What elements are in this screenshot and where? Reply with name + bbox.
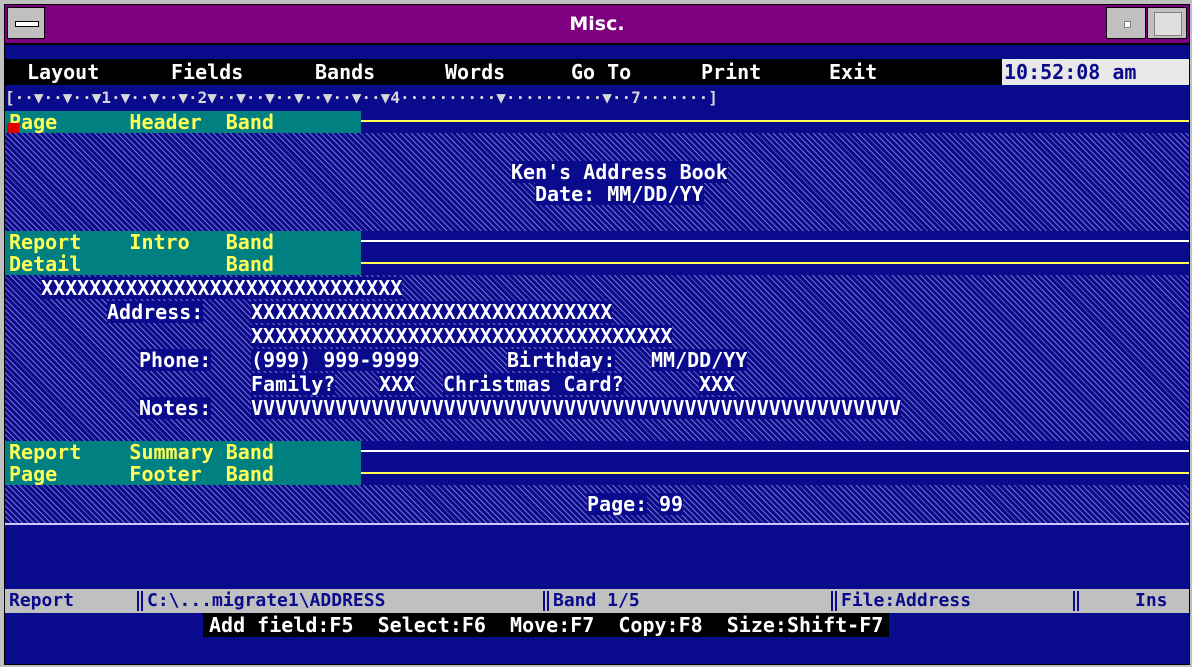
status-separator: [137, 591, 143, 611]
page-number-label[interactable]: Page:: [587, 493, 648, 515]
report-title[interactable]: Ken's Address Book: [511, 161, 728, 183]
window-title: Misc.: [569, 13, 625, 35]
name-field[interactable]: XXXXXXXXXXXXXXXXXXXXXXXXXXXXXX: [41, 277, 403, 299]
address-label[interactable]: Address:: [107, 301, 204, 323]
page-header-area[interactable]: Ken's Address Book Date: MM/DD/YY: [5, 133, 1189, 231]
band-divider: [361, 120, 1189, 122]
family-label[interactable]: Family?: [251, 373, 336, 395]
detail-area[interactable]: XXXXXXXXXXXXXXXXXXXXXXXXXXXXXX Address: …: [5, 275, 1189, 441]
minimize-icon: [1124, 21, 1131, 28]
title-bar: Misc.: [5, 5, 1189, 45]
christmas-card-label[interactable]: Christmas Card?: [443, 373, 624, 395]
key-hint-bar: Add field:F5 Select:F6 Move:F7 Copy:F8 S…: [203, 613, 890, 637]
status-band: Band 1/5: [553, 590, 640, 611]
christmas-card-field[interactable]: XXX: [699, 373, 736, 395]
menu-fields[interactable]: Fields: [171, 59, 243, 85]
notes-field[interactable]: VVVVVVVVVVVVVVVVVVVVVVVVVVVVVVVVVVVVVVVV…: [251, 397, 902, 419]
menu-words[interactable]: Words: [445, 59, 505, 85]
page-number-field[interactable]: 99: [659, 493, 684, 515]
phone-label[interactable]: Phone:: [139, 349, 212, 371]
clock: 10:52:08 am: [1002, 59, 1189, 85]
status-separator: [831, 591, 837, 611]
band-divider: [361, 262, 1189, 264]
minimize-button[interactable]: [1106, 7, 1146, 39]
band-page-header[interactable]: Page Header Band: [5, 111, 1189, 133]
family-field[interactable]: XXX: [379, 373, 416, 395]
band-label-page-header[interactable]: Page Header Band: [5, 111, 361, 133]
text-cursor: [7, 123, 19, 133]
menu-print[interactable]: Print: [701, 59, 761, 85]
band-label-report-intro[interactable]: Report Intro Band: [5, 231, 361, 253]
band-label-page-footer[interactable]: Page Footer Band: [5, 463, 361, 485]
page-end-divider: [5, 523, 1189, 525]
status-bar: Report C:\...migrate1\ADDRESS Band 1/5 F…: [5, 589, 1189, 613]
phone-field[interactable]: (999) 999-9999: [251, 349, 420, 371]
status-insert-mode: Ins: [1135, 590, 1168, 611]
address1-field[interactable]: XXXXXXXXXXXXXXXXXXXXXXXXXXXXXX: [251, 301, 613, 323]
band-report-summary[interactable]: Report Summary Band: [5, 441, 1189, 463]
birthday-label[interactable]: Birthday:: [507, 349, 616, 371]
menu-bar: Layout Fields Bands Words Go To Print Ex…: [5, 59, 1189, 85]
maximize-button[interactable]: [1147, 7, 1187, 39]
menu-go-to[interactable]: Go To: [571, 59, 631, 85]
menu-bands[interactable]: Bands: [315, 59, 375, 85]
menu-exit[interactable]: Exit: [829, 59, 877, 85]
band-divider: [361, 240, 1189, 242]
ruler[interactable]: [··▼··▼··▼1·▼··▼··▼·2▼··▼··▼··▼··▼··▼··▼…: [5, 87, 1189, 109]
address2-field[interactable]: XXXXXXXXXXXXXXXXXXXXXXXXXXXXXXXXXXX: [251, 325, 673, 347]
menu-layout[interactable]: Layout: [27, 59, 99, 85]
status-separator: [1073, 591, 1079, 611]
band-label-detail[interactable]: Detail Band: [5, 253, 361, 275]
band-detail[interactable]: Detail Band: [5, 253, 1189, 275]
app-window: Misc. Layout Fields Bands Words Go To Pr…: [4, 4, 1190, 665]
status-file: File:Address: [841, 590, 972, 611]
band-divider: [361, 472, 1189, 474]
band-label-report-summary[interactable]: Report Summary Band: [5, 441, 361, 463]
status-separator: [543, 591, 549, 611]
band-report-intro[interactable]: Report Intro Band: [5, 231, 1189, 253]
status-path: C:\...migrate1\ADDRESS: [147, 590, 386, 611]
band-page-footer[interactable]: Page Footer Band: [5, 463, 1189, 485]
status-mode: Report: [9, 590, 75, 611]
maximize-icon: [1154, 12, 1182, 36]
band-divider: [361, 450, 1189, 452]
birthday-field[interactable]: MM/DD/YY: [651, 349, 748, 371]
report-date[interactable]: Date: MM/DD/YY: [535, 183, 704, 205]
notes-label[interactable]: Notes:: [139, 397, 212, 419]
page-footer-area[interactable]: Page: 99: [5, 485, 1189, 523]
